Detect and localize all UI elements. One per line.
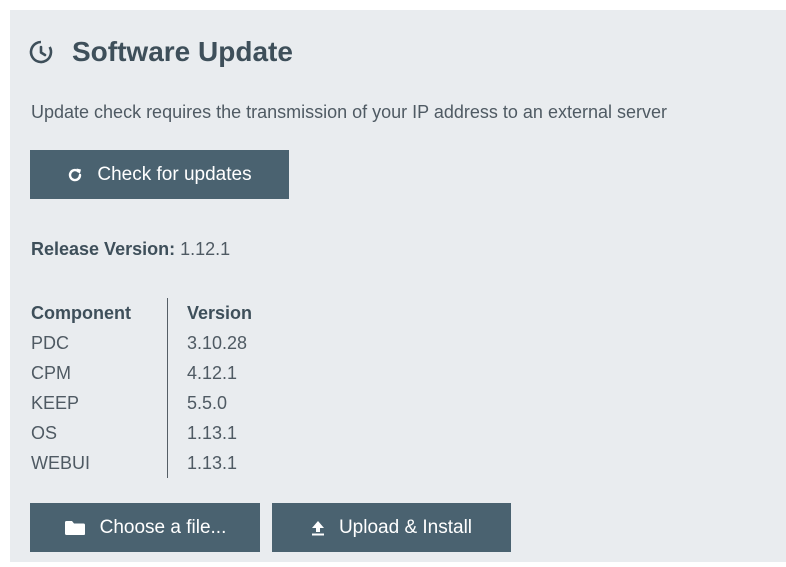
table-row: PDC 3.10.28 [31,328,307,358]
release-version-label: Release Version: [31,239,176,259]
component-version: 3.10.28 [167,328,307,358]
version-column-header: Version [167,298,307,328]
table-row: KEEP 5.5.0 [31,388,307,418]
folder-icon [64,520,86,536]
component-name: PDC [31,332,70,353]
software-update-panel: Software Update Update check requires th… [10,10,786,562]
table-row: OS 1.13.1 [31,418,307,448]
release-version: Release Version: 1.12.1 [31,239,230,260]
refresh-circle-icon [28,39,54,65]
component-column-header: Component [31,302,131,323]
table-header-row: Component Version [31,298,307,328]
component-version-table: Component Version PDC 3.10.28 CPM 4.12.1… [31,298,307,478]
ip-transmission-notice: Update check requires the transmission o… [31,102,667,122]
page-title: Software Update [72,36,293,67]
choose-file-button[interactable]: Choose a file... [30,503,260,552]
component-version: 4.12.1 [167,358,307,388]
upload-install-button[interactable]: Upload & Install [272,503,511,552]
check-for-updates-label: Check for updates [97,163,252,185]
release-version-value: 1.12.1 [180,239,231,259]
upload-install-label: Upload & Install [338,516,473,538]
table-row: CPM 4.12.1 [31,358,307,388]
component-name: OS [31,422,58,443]
upload-icon [311,520,325,536]
check-for-updates-button[interactable]: Check for updates [30,150,289,199]
component-version: 1.13.1 [167,418,307,448]
table-row: WEBUI 1.13.1 [31,448,307,478]
choose-file-label: Choose a file... [99,516,227,538]
refresh-icon [67,167,83,183]
component-name: WEBUI [31,452,91,473]
component-version: 1.13.1 [167,448,307,478]
component-name: CPM [31,362,71,383]
component-name: KEEP [31,392,80,413]
component-version: 5.5.0 [167,388,307,418]
page-header: Software Update [28,36,293,68]
